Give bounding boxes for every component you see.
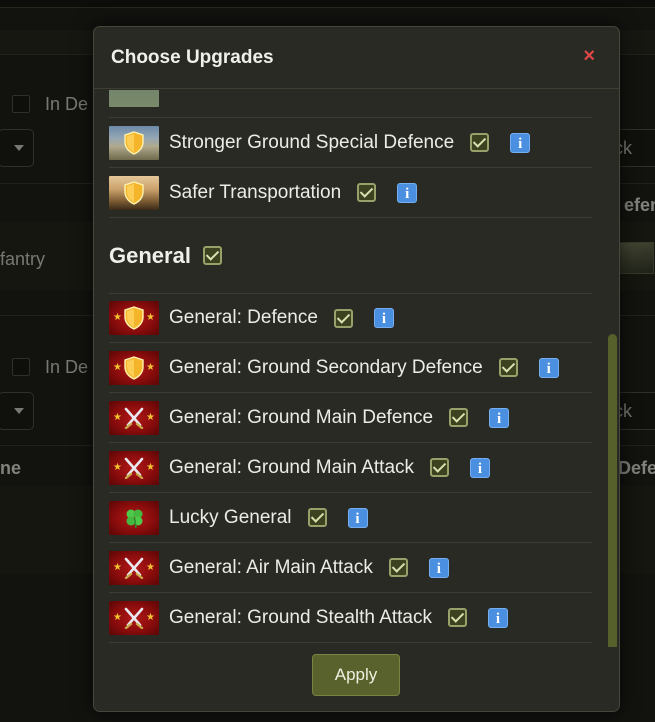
section-checkbox[interactable] (202, 246, 222, 265)
general-section-header: General (109, 218, 592, 293)
info-icon[interactable]: i (510, 132, 531, 153)
info-icon[interactable]: i (373, 308, 394, 328)
upgrade-row-stronger-ground-special-defence: Stronger Ground Special Defence i (109, 118, 592, 168)
info-icon[interactable]: i (470, 457, 491, 478)
info-icon[interactable]: i (397, 182, 418, 203)
modal-title: Choose Upgrades (111, 47, 274, 68)
upgrade-checkbox[interactable] (449, 408, 469, 427)
upgrade-label: Lucky General (169, 506, 292, 528)
modal-header: Choose Upgrades × (94, 27, 619, 89)
upgrade-row-general-ground-main-attack: ★ ★ General: Ground Main Attack i (109, 443, 592, 493)
upgrade-checkbox[interactable] (498, 358, 518, 377)
upgrade-row-general-ground-stealth-attack: ★ ★ General: Ground Stealth Attack i (109, 593, 592, 643)
upgrade-row-general-ground-secondary-defence: ★ ★ General: Ground Secondary Defence i (109, 343, 592, 393)
upgrade-label: Stronger Ground Special Defence (169, 131, 455, 153)
scrollbar-thumb[interactable] (608, 334, 617, 647)
info-icon[interactable]: i (347, 507, 368, 528)
crossed-swords-icon: ★ ★ (109, 450, 159, 485)
upgrade-checkbox[interactable] (430, 458, 450, 477)
upgrade-row-general-defence: ★ ★ General: Defence i (109, 293, 592, 343)
upgrade-label: General: Ground Main Defence (169, 406, 434, 428)
apply-button[interactable]: Apply (312, 654, 400, 696)
upgrade-checkbox[interactable] (448, 608, 467, 627)
info-icon[interactable]: i (488, 607, 508, 628)
upgrade-checkbox[interactable] (388, 558, 408, 577)
modal-footer: Apply (94, 647, 619, 711)
general-shield-icon: ★ ★ (109, 301, 159, 335)
choose-upgrades-modal: Choose Upgrades × Stronger Ground Specia… (93, 26, 620, 712)
upgrade-checkbox[interactable] (333, 308, 353, 328)
upgrades-list[interactable]: Stronger Ground Special Defence i Safer … (94, 90, 619, 647)
shield-icon (109, 125, 159, 160)
close-icon[interactable]: × (583, 45, 595, 67)
upgrade-row-general-ground-main-defence: ★ ★ General: Ground Main Defence i (109, 393, 592, 443)
crossed-swords-icon: ★ ★ (109, 600, 159, 635)
general-shield-icon: ★ ★ (109, 350, 159, 385)
crossed-swords-icon: ★ ★ (109, 550, 159, 585)
upgrade-checkbox[interactable] (470, 133, 490, 152)
upgrade-label: Safer Transportation (169, 181, 342, 203)
upgrade-label: General: Ground Secondary Defence (169, 356, 483, 378)
info-icon[interactable]: i (428, 557, 449, 578)
crossed-swords-icon: ★ ★ (109, 400, 159, 435)
upgrade-label: General: Defence (169, 307, 318, 328)
upgrade-icon (109, 90, 159, 107)
four-leaf-clover-icon (109, 500, 159, 535)
info-icon[interactable]: i (489, 407, 510, 428)
upgrade-row-safer-transportation: Safer Transportation i (109, 168, 592, 218)
upgrade-row-lucky-general: Lucky General i (109, 493, 592, 543)
upgrade-checkbox[interactable] (307, 508, 327, 527)
info-icon[interactable]: i (538, 357, 559, 378)
upgrade-checkbox[interactable] (357, 183, 377, 202)
upgrade-label: General: Ground Stealth Attack (169, 606, 432, 628)
list-item (109, 90, 592, 118)
upgrade-row-general-air-main-attack: ★ ★ General: Air Main Attack i (109, 543, 592, 593)
shield-icon (109, 175, 159, 210)
upgrade-label: General: Air Main Attack (169, 556, 373, 578)
upgrade-label: General: Ground Main Attack (169, 456, 415, 478)
section-title: General (109, 242, 191, 268)
